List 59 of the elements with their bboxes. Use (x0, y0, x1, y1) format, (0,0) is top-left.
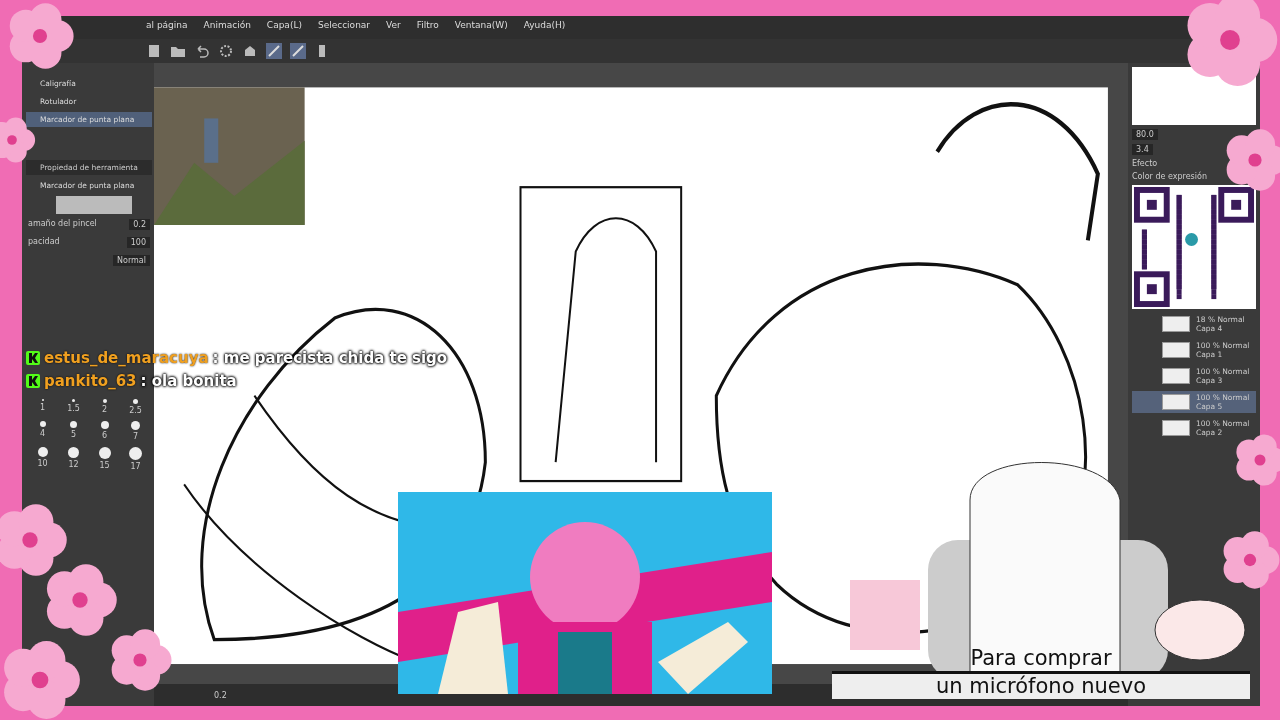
brush-size-dot[interactable] (37, 447, 48, 457)
kick-icon (26, 374, 40, 388)
brush-size-label: 4 (39, 429, 46, 438)
brush-size-label: 1 (39, 403, 46, 412)
brush-size-label: 5 (70, 430, 77, 439)
kick-icon (26, 351, 40, 365)
brush-size-label: 2 (101, 405, 108, 414)
brush-size-dot[interactable] (100, 421, 109, 429)
brush-size-label: 1.5 (67, 404, 80, 413)
gear-icon[interactable] (218, 43, 234, 59)
brush-size-label: 6 (101, 431, 108, 440)
pen-icon[interactable] (266, 43, 282, 59)
bucket-icon[interactable] (242, 43, 258, 59)
menu-item[interactable]: Capa(L) (266, 20, 302, 36)
menu-item[interactable]: Ayuda(H) (523, 20, 566, 36)
brush-size-dot[interactable] (70, 421, 77, 428)
field-label: pacidad (28, 237, 60, 248)
file-icon[interactable] (146, 43, 162, 59)
flower-drawing (1226, 129, 1280, 191)
field-label: amaño del pincel (28, 219, 97, 230)
pen-icon[interactable] (290, 43, 306, 59)
brush-size-label: 15 (99, 461, 110, 470)
brush-size-label: 10 (37, 459, 48, 468)
flower-drawing (0, 504, 67, 576)
brush-size-dot[interactable] (68, 447, 79, 458)
brush-size-label: 17 (130, 462, 141, 471)
flower-drawing (111, 629, 172, 691)
menu-item[interactable]: al página (146, 20, 188, 36)
brush-size-dot[interactable] (98, 447, 111, 459)
flower-drawing (0, 117, 36, 163)
section-title: Efecto (1132, 159, 1159, 168)
brush-size-dot[interactable] (129, 447, 142, 460)
menu-item[interactable]: Animación (203, 20, 251, 36)
qr-code-icon (1132, 185, 1256, 309)
blend-dropdown[interactable]: Normal (113, 255, 150, 266)
brush-size-label: 2.5 (129, 406, 142, 415)
section-title: Color de expresión (1132, 172, 1208, 181)
flower-drawing (46, 564, 117, 636)
menu-item[interactable]: Filtro (416, 20, 439, 36)
zoom-value[interactable]: 0.2 (214, 690, 227, 700)
undo-icon[interactable] (194, 43, 210, 59)
value-field[interactable]: 0.2 (129, 219, 150, 230)
flower-drawing (1236, 434, 1280, 486)
brush-size-dot[interactable] (102, 399, 107, 403)
menu-item[interactable]: Ventana(W) (454, 20, 508, 36)
brush-size-dot[interactable] (39, 421, 46, 427)
value-field[interactable]: 100 (126, 237, 150, 248)
brush-size-label: 7 (132, 432, 139, 441)
menu-item[interactable]: Seleccionar (317, 20, 371, 36)
menu-item[interactable]: Ver (386, 20, 401, 36)
flower-drawing (9, 3, 74, 69)
value-field[interactable]: 80.0 (1132, 129, 1158, 140)
brush-size-dot[interactable] (72, 399, 75, 402)
value-field[interactable]: 3.4 (1132, 144, 1153, 155)
brush-size-dot[interactable] (133, 399, 138, 404)
brush-size-dot[interactable] (131, 421, 140, 430)
chat-username: pankito_63 (44, 372, 137, 390)
flower-drawing (1223, 531, 1280, 589)
brush-size-label: 12 (68, 460, 79, 469)
